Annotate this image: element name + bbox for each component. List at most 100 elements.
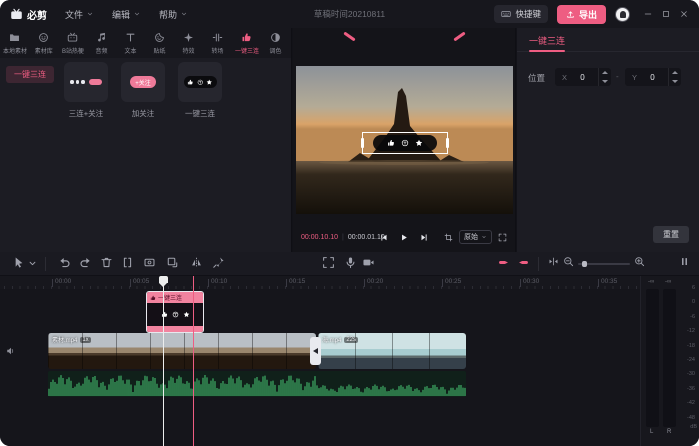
zoom-in-button[interactable] [634,256,645,267]
avatar[interactable] [615,7,630,22]
effects-icon [183,32,194,43]
media-tab-3[interactable]: B站热梗 [58,28,87,58]
preview-options: 原始 [444,230,507,244]
favorite-icon [183,311,190,318]
logo-text: 必剪 [27,7,47,22]
follow-pill-icon [89,79,102,85]
media-tab-8[interactable]: 转场 [203,28,232,58]
preview-panel: 00:00.10.10 | 00:00.01.10 原始 [293,28,516,252]
beat-marker-manual-button[interactable] [497,256,510,269]
zoom-slider-knob[interactable] [582,261,587,267]
redo-button[interactable] [79,256,92,269]
beat-marker-auto-button[interactable] [517,256,530,269]
play-button[interactable] [400,233,409,242]
next-frame-button[interactable] [420,233,429,242]
minimize-button[interactable] [643,9,653,19]
meter-tick-label: -30 [687,371,695,377]
playhead-handle[interactable] [159,276,168,283]
coin-icon [172,311,179,318]
media-tab-9[interactable]: 一键三连 [232,28,261,58]
x-decrement-button[interactable] [599,77,611,86]
select-tool-chevron-icon[interactable] [27,258,38,269]
crop-icon[interactable] [444,233,453,242]
track-mute-icon[interactable] [6,346,16,356]
menu-item-2[interactable]: 编辑 [112,8,141,21]
template-card-wrap: +关注加关注 [121,62,165,119]
fit-canvas-button[interactable] [322,256,335,269]
template-card-2[interactable]: +关注 [121,62,165,102]
fullscreen-icon[interactable] [498,233,507,242]
media-tab-5[interactable]: 文本 [116,28,145,58]
y-decrement-button[interactable] [669,77,681,86]
record-voice-button[interactable] [344,256,357,269]
draft-title: 草稿时间20210811 [314,8,385,20]
maximize-button[interactable] [661,9,671,19]
mirror-button[interactable] [190,256,203,269]
timeline-tracks: 一键三连 素材.mp4 1x 海.mp4 [0,289,640,446]
select-tool-button[interactable] [12,256,25,269]
logo-icon [10,8,23,21]
split-button[interactable] [121,256,134,269]
media-tab-10[interactable]: 调色 [261,28,290,58]
inspector-tab-triple[interactable]: 一键三连 [529,34,565,47]
reset-button[interactable]: 重置 [653,226,689,243]
media-tab-6[interactable]: 贴纸 [145,28,174,58]
card-label: 一键三连 [185,108,215,119]
position-y-input[interactable]: Y 0 [625,68,681,86]
media-tab-4[interactable]: 音频 [87,28,116,58]
timeline-ruler[interactable]: 00:0000:0500:1000:1500:2000:2500:3000:35 [0,276,640,289]
freeze-frame-button[interactable] [166,256,179,269]
snap-button[interactable] [212,256,225,269]
zoom-out-button[interactable] [563,256,574,267]
audio-meter-toggle-icon[interactable] [679,256,690,267]
template-card-1[interactable] [64,62,108,102]
mask-button[interactable] [143,256,156,269]
record-camera-button[interactable] [362,256,375,269]
fit-timeline-button[interactable] [548,256,559,267]
ruler-label: 00:10 [211,278,227,285]
video-clip-1[interactable]: 素材.mp4 1x [48,333,316,369]
tab-label: 转场 [212,45,224,54]
tv-icon [67,32,78,43]
audio-waveform [48,371,466,397]
media-tab-2[interactable]: 素材库 [29,28,58,58]
menu-item-3[interactable]: 帮助 [159,8,188,21]
video-viewport[interactable] [296,66,513,214]
shortcut-button[interactable]: 快捷键 [494,5,548,23]
media-tab-7[interactable]: 特效 [174,28,203,58]
meter-left-label: L [650,429,653,435]
position-x-input[interactable]: X 0 [555,68,611,86]
timeline: 00:0000:0500:1000:1500:2000:2500:3000:35… [0,252,699,446]
subnav-item-triple[interactable]: 一键三连 [6,66,54,83]
tab-label: 一键三连 [235,45,259,54]
undo-button[interactable] [58,256,71,269]
timeline-zoom-slider[interactable] [578,263,630,265]
overlay-template-clip[interactable]: 一键三连 [146,291,204,333]
previous-frame-button[interactable] [380,233,389,242]
template-card-3[interactable] [178,62,222,102]
overlay-clip-body [147,303,203,326]
close-button[interactable] [679,9,689,19]
clip-trim-handle[interactable] [310,337,321,365]
like-icon [187,79,194,86]
media-tab-1[interactable]: 本地素材 [0,28,29,58]
delete-button[interactable] [100,256,113,269]
overlay-selection-box[interactable] [362,132,448,154]
time-separator: | [342,234,344,241]
thumb-icon [241,32,252,43]
position-label: 位置 [528,72,545,84]
card-label: 加关注 [132,108,155,119]
menu-item-1[interactable]: 文件 [65,8,94,21]
audio-clip[interactable] [48,371,466,397]
tab-label: 贴纸 [154,45,166,54]
scale-select[interactable]: 原始 [459,230,492,244]
ruler-label: 00:30 [523,278,539,285]
x-increment-button[interactable] [599,68,611,77]
menu-label: 编辑 [112,8,130,21]
export-button[interactable]: 导出 [557,5,606,24]
video-clip-2[interactable]: 海.mp4 22s [318,333,466,369]
playhead[interactable] [163,276,164,446]
sticker-icon [154,32,165,43]
y-increment-button[interactable] [669,68,681,77]
peak-left: -∞ [648,279,654,285]
